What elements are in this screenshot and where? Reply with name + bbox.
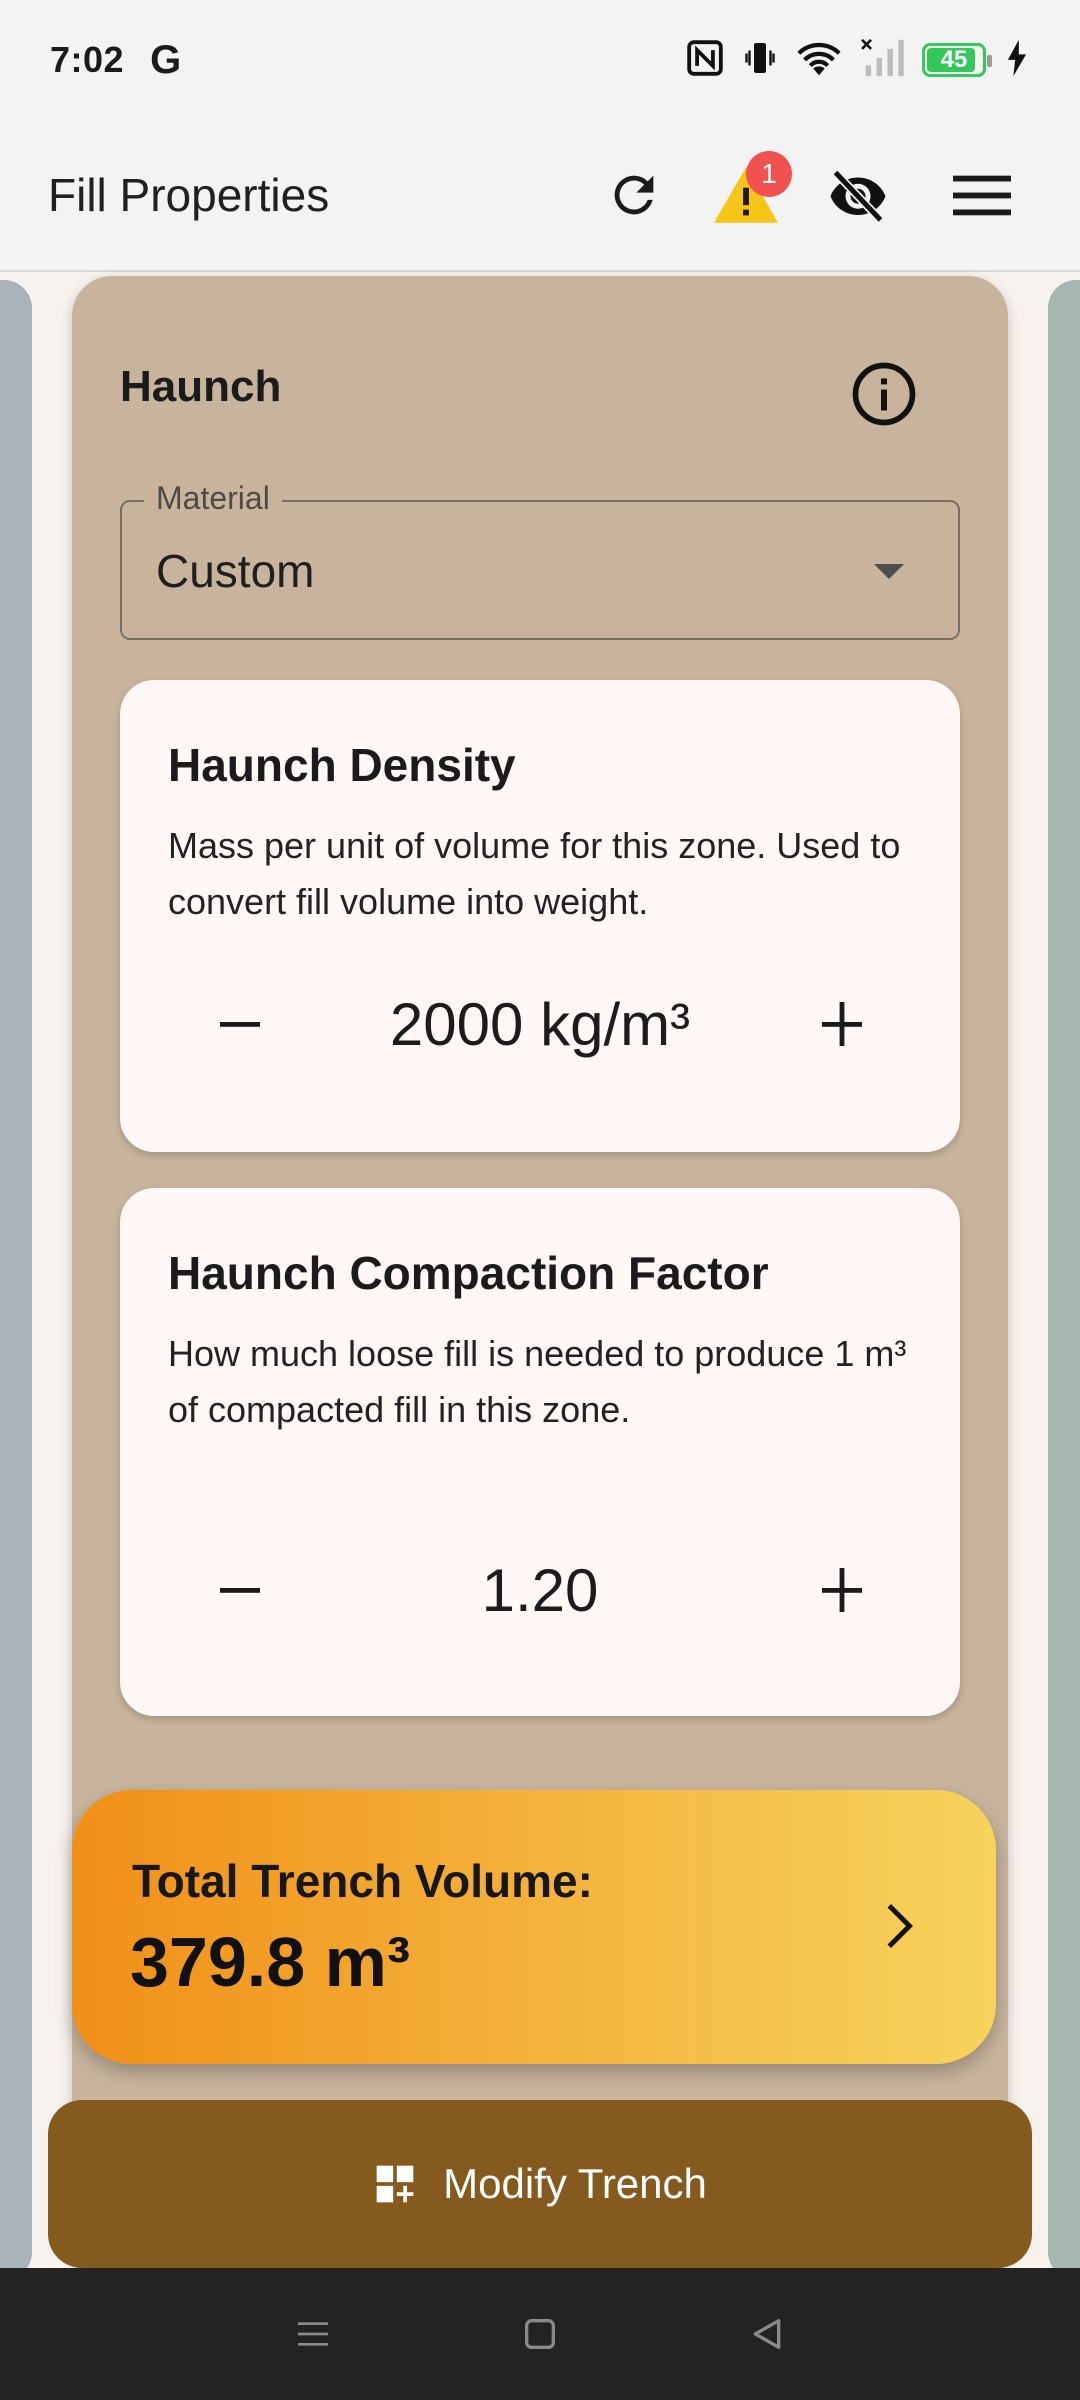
- density-title: Haunch Density: [168, 739, 516, 791]
- compaction-description: How much loose fill is needed to produce…: [168, 1333, 907, 1430]
- material-label: Material: [144, 480, 282, 517]
- refresh-button[interactable]: [584, 145, 684, 245]
- square-icon: [524, 2319, 555, 2349]
- density-card: Haunch Density Mass per unit of volume f…: [120, 680, 960, 1152]
- vibrate-icon: [742, 38, 778, 83]
- plus-icon: [822, 1002, 862, 1046]
- compaction-card: Haunch Compaction Factor How much loose …: [120, 1188, 960, 1716]
- density-stepper: 2000 kg/m³: [120, 974, 960, 1074]
- compaction-stepper: 1.20: [120, 1540, 960, 1640]
- minus-icon: [220, 1022, 260, 1027]
- battery-level: 45: [940, 46, 968, 73]
- signal-icon: [860, 38, 904, 83]
- charging-icon: [1004, 38, 1030, 83]
- density-increase-button[interactable]: [792, 974, 892, 1074]
- chevron-right-icon: [887, 1904, 913, 1948]
- compaction-decrease-button[interactable]: [190, 1540, 290, 1640]
- system-nav-bar: [0, 2268, 1080, 2400]
- wifi-icon: [796, 38, 842, 83]
- menu-icon: [298, 2322, 329, 2346]
- plus-icon: [822, 1568, 862, 1612]
- visibility-off-icon: [830, 169, 886, 223]
- next-zone-card[interactable]: [1048, 280, 1080, 2280]
- back-triangle-icon: [753, 2319, 780, 2349]
- info-button[interactable]: [848, 358, 920, 430]
- back-button[interactable]: [737, 2304, 797, 2364]
- status-icons: 45: [686, 38, 1030, 83]
- chevron-down-icon: [874, 564, 904, 579]
- page-title: Fill Properties: [48, 169, 330, 221]
- modify-trench-label: Modify Trench: [443, 2160, 707, 2207]
- density-description: Mass per unit of volume for this zone. U…: [168, 825, 901, 922]
- status-bar: 7:02 G 45: [0, 0, 1080, 120]
- material-value: Custom: [156, 545, 315, 597]
- material-dropdown[interactable]: Material Custom: [120, 480, 960, 640]
- menu-icon: [953, 175, 1011, 216]
- total-volume-value: 379.8 m³: [130, 1923, 411, 2001]
- visibility-toggle-button[interactable]: [808, 145, 908, 245]
- warning-button[interactable]: 1: [696, 145, 796, 245]
- compaction-increase-button[interactable]: [792, 1540, 892, 1640]
- app-actions: 1: [584, 145, 1032, 245]
- modify-trench-button[interactable]: Modify Trench: [48, 2100, 1032, 2268]
- add-widget-icon: [376, 2165, 414, 2203]
- recent-apps-button[interactable]: [283, 2304, 343, 2364]
- home-button[interactable]: [510, 2304, 570, 2364]
- info-icon: [852, 362, 916, 426]
- compaction-title: Haunch Compaction Factor: [168, 1247, 769, 1299]
- warning-badge: 1: [746, 151, 792, 197]
- battery-icon: 45: [922, 43, 992, 77]
- google-icon: G: [150, 37, 182, 82]
- total-volume-label: Total Trench Volume:: [132, 1855, 593, 1907]
- previous-zone-card[interactable]: [0, 280, 32, 2280]
- app-bar: Fill Properties 1: [0, 120, 1080, 272]
- nfc-icon: [686, 39, 724, 82]
- refresh-icon: [614, 175, 654, 215]
- status-time: 7:02: [50, 39, 125, 80]
- minus-icon: [220, 1588, 260, 1593]
- total-volume-card[interactable]: Total Trench Volume: 379.8 m³: [72, 1790, 996, 2064]
- menu-button[interactable]: [932, 145, 1032, 245]
- section-title: Haunch: [120, 362, 282, 411]
- density-decrease-button[interactable]: [190, 974, 290, 1074]
